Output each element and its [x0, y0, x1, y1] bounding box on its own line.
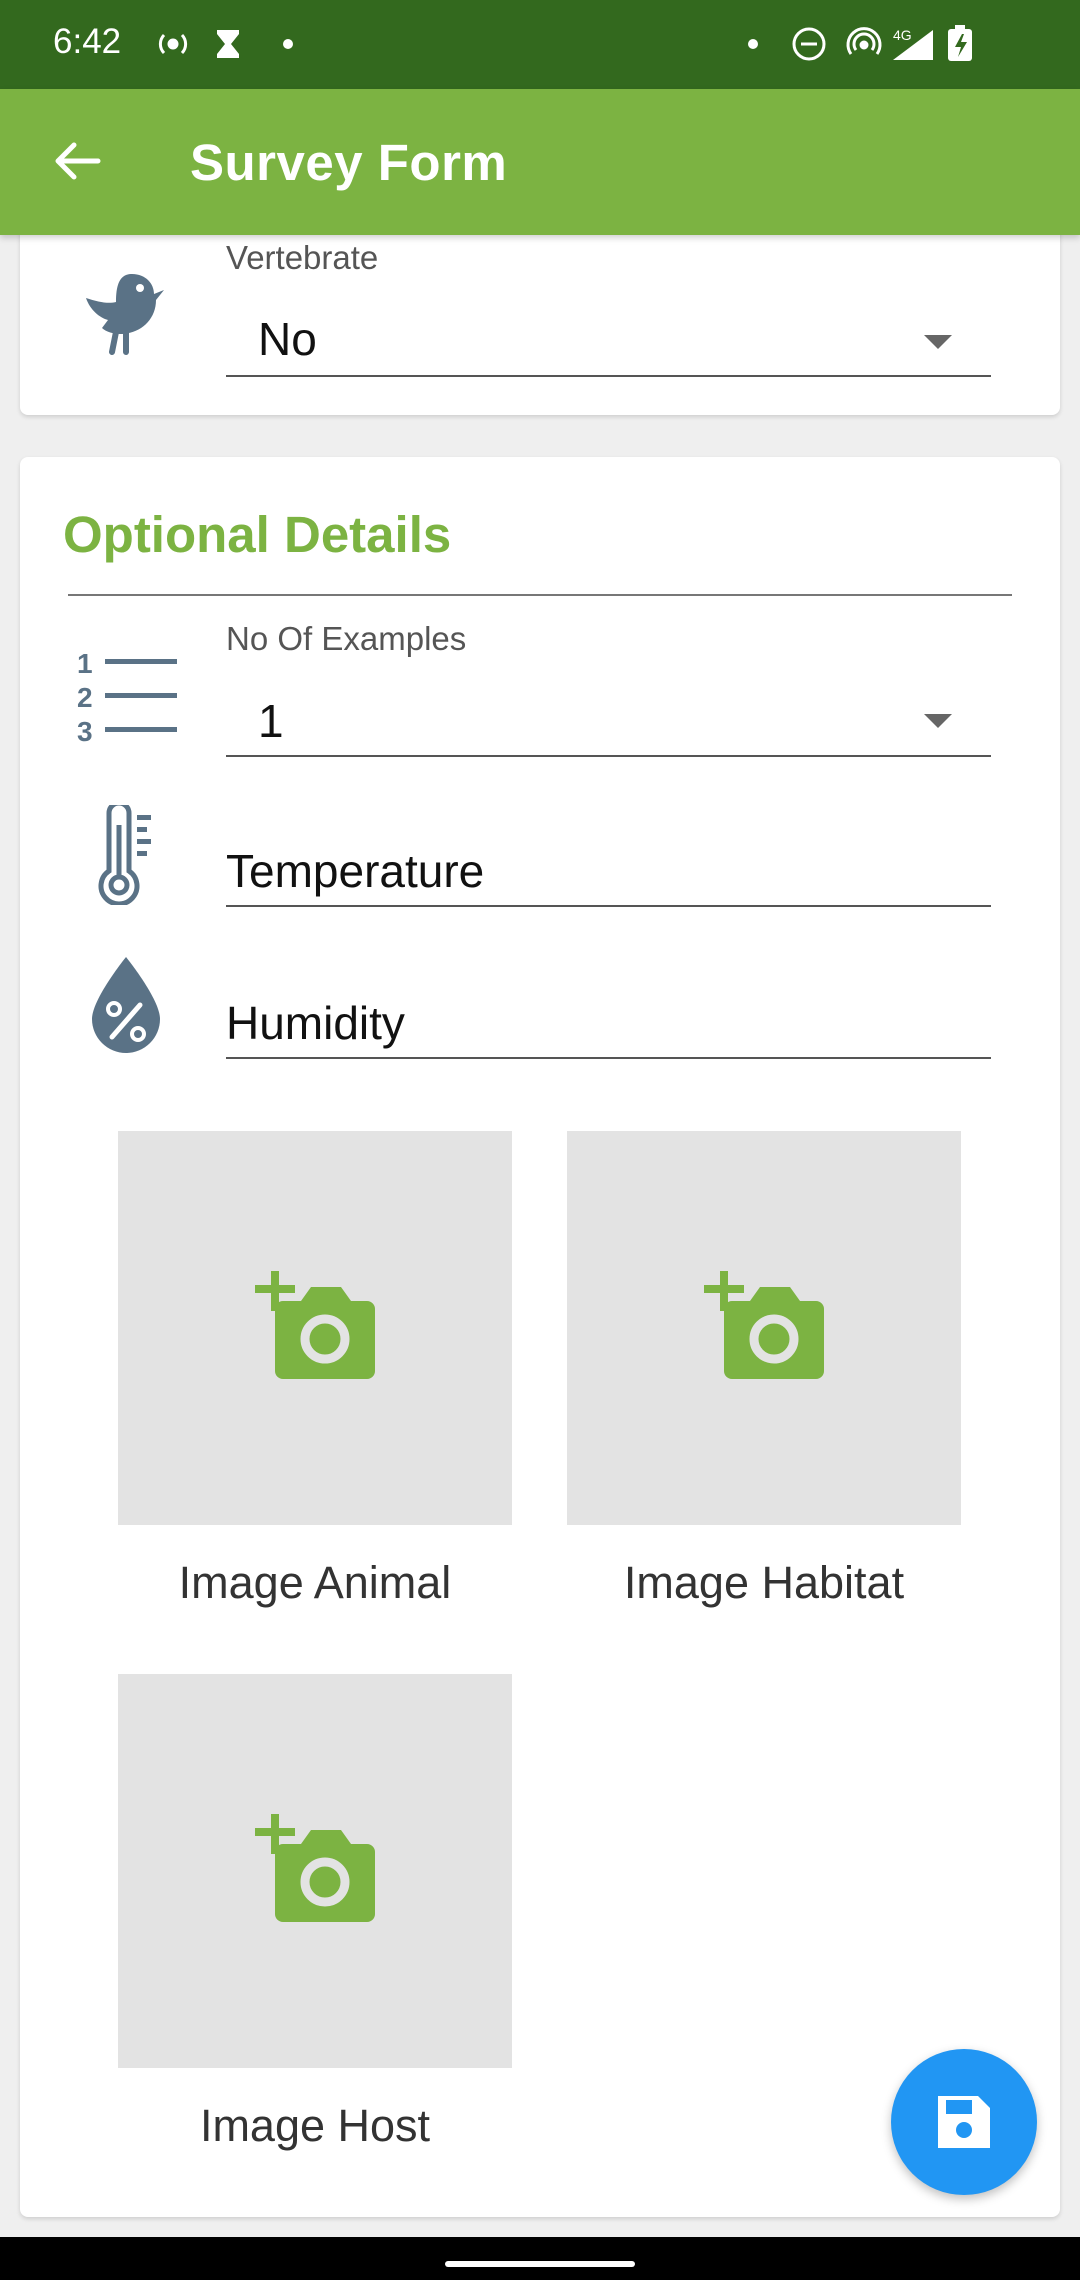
vertebrate-dropdown[interactable]: No: [226, 300, 991, 380]
page-title: Survey Form: [190, 134, 508, 191]
vertebrate-label: Vertebrate: [226, 239, 379, 276]
examples-value: 1: [258, 695, 284, 747]
do-not-disturb-icon: [792, 27, 826, 61]
add-photo-icon: [255, 1271, 375, 1379]
section-divider: [68, 594, 1012, 596]
numbered-list-icon: 1 2 3: [75, 645, 180, 750]
humidity-drop-icon: [88, 955, 164, 1060]
humidity-field[interactable]: Humidity: [226, 982, 991, 1062]
svg-text:2: 2: [77, 682, 93, 713]
hotspot-icon: [158, 33, 188, 55]
bird-icon: [82, 270, 172, 365]
home-handle[interactable]: [445, 2261, 635, 2267]
temperature-field[interactable]: Temperature: [226, 830, 991, 910]
image-animal-label: Image Animal: [178, 1557, 452, 1608]
dropdown-arrow-icon: [924, 714, 952, 728]
examples-dropdown[interactable]: 1: [226, 680, 991, 760]
image-animal-tile[interactable]: [118, 1131, 512, 1525]
status-time: 6:42: [53, 22, 122, 61]
notification-dot-icon: [748, 39, 758, 49]
svg-text:4G: 4G: [893, 27, 912, 43]
vertebrate-value: No: [258, 313, 317, 365]
arrow-back-icon: [55, 142, 101, 180]
section-title-optional-details: Optional Details: [63, 506, 452, 563]
thermometer-icon: [95, 800, 160, 910]
save-icon: [938, 2096, 990, 2148]
image-habitat-label: Image Habitat: [623, 1557, 905, 1608]
image-habitat-tile[interactable]: [567, 1131, 961, 1525]
image-host-label: Image Host: [199, 2100, 431, 2151]
status-bar: 6:42 4G: [0, 0, 1080, 89]
humidity-input: Humidity: [226, 997, 405, 1049]
vertebrate-underline: [226, 375, 991, 377]
status-right-icons: 4G: [743, 24, 1028, 69]
back-button[interactable]: [46, 131, 106, 191]
humidity-underline: [226, 1057, 991, 1059]
svg-text:3: 3: [77, 716, 93, 745]
temperature-underline: [226, 905, 991, 907]
add-photo-icon: [704, 1271, 824, 1379]
battery-charging-icon: [948, 25, 972, 61]
app-bar: Survey Form: [0, 89, 1080, 235]
notification-dot-icon: [283, 39, 293, 49]
svg-text:1: 1: [77, 648, 93, 679]
status-left-icons: [155, 24, 305, 69]
image-host-tile[interactable]: [118, 1674, 512, 2068]
timer-icon: [217, 30, 239, 58]
dropdown-arrow-icon: [924, 335, 952, 349]
navigation-bar: [0, 2237, 1080, 2280]
add-photo-icon: [255, 1814, 375, 1922]
save-button[interactable]: [891, 2049, 1037, 2195]
examples-label: No Of Examples: [226, 620, 467, 657]
temperature-input: Temperature: [226, 845, 485, 897]
wifi-calling-icon: [846, 27, 882, 55]
examples-underline: [226, 755, 991, 757]
